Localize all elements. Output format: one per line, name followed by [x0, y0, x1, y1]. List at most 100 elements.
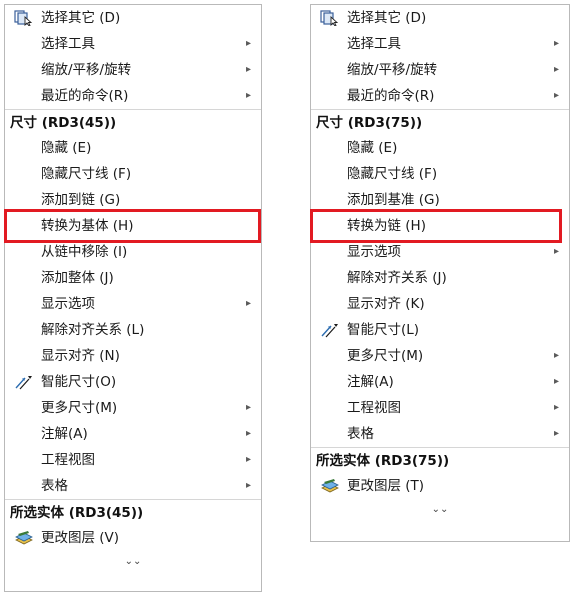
- menu-item-label: 隐藏 (E): [41, 140, 92, 156]
- menu-item-label: 添加到基准 (G): [347, 192, 440, 208]
- menu-item-label: 选择其它 (D): [41, 10, 121, 26]
- left-dimension-header: 尺寸 (RD3(45)): [5, 109, 261, 135]
- left-dimension-item-1[interactable]: 隐藏尺寸线 (F): [5, 161, 261, 187]
- submenu-arrow-icon: ▸: [553, 402, 559, 413]
- select-other-icon: [14, 10, 34, 26]
- menu-item-label: 更改图层 (V): [41, 530, 120, 546]
- right-dimension-item-10[interactable]: 工程视图 ▸: [311, 395, 569, 421]
- submenu-arrow-icon: ▸: [553, 428, 559, 439]
- left-dimension-item-12[interactable]: 工程视图 ▸: [5, 447, 261, 473]
- menu-item-label: 智能尺寸(L): [347, 322, 420, 338]
- submenu-arrow-icon: ▸: [245, 428, 251, 439]
- left-dimension-item-3[interactable]: 转换为基体 (H): [5, 213, 261, 239]
- right-dimension-item-5[interactable]: 解除对齐关系 (J): [311, 265, 569, 291]
- menu-item-label: 转换为基体 (H): [41, 218, 134, 234]
- menu-item-label: 添加到链 (G): [41, 192, 121, 208]
- submenu-arrow-icon: ▸: [245, 38, 251, 49]
- expand-more-icon[interactable]: ⌄⌄: [5, 551, 261, 573]
- right-dimension-item-4[interactable]: 显示选项 ▸: [311, 239, 569, 265]
- left-dimension-item-5[interactable]: 添加整体 (J): [5, 265, 261, 291]
- submenu-arrow-icon: ▸: [245, 402, 251, 413]
- menu-item-label: 解除对齐关系 (L): [41, 322, 145, 338]
- menu-item-label: 最近的命令(R): [41, 88, 129, 104]
- menu-item-label: 工程视图: [41, 452, 95, 468]
- right-top-item-3[interactable]: 最近的命令(R) ▸: [311, 83, 569, 109]
- menu-item-label: 隐藏尺寸线 (F): [41, 166, 132, 182]
- expand-more-icon[interactable]: ⌄⌄: [311, 499, 569, 521]
- right-dimension-item-6[interactable]: 显示对齐 (K): [311, 291, 569, 317]
- right-dimension-item-11[interactable]: 表格 ▸: [311, 421, 569, 447]
- submenu-arrow-icon: ▸: [245, 454, 251, 465]
- change-layer-icon: [14, 530, 34, 546]
- right-top-item-0[interactable]: 选择其它 (D): [311, 5, 569, 31]
- menu-item-label: 选择工具: [347, 36, 401, 52]
- menu-item-label: 选择其它 (D): [347, 10, 427, 26]
- menu-item-label: 转换为链 (H): [347, 218, 426, 234]
- left-dimension-item-4[interactable]: 从链中移除 (I): [5, 239, 261, 265]
- menu-item-label: 工程视图: [347, 400, 401, 416]
- menu-item-label: 更改图层 (T): [347, 478, 425, 494]
- menu-item-label: 更多尺寸(M): [41, 400, 118, 416]
- submenu-arrow-icon: ▸: [553, 376, 559, 387]
- left-dimension-item-8[interactable]: 显示对齐 (N): [5, 343, 261, 369]
- menu-item-label: 缩放/平移/旋转: [347, 62, 438, 78]
- menu-item-label: 隐藏尺寸线 (F): [347, 166, 438, 182]
- left-dimension-item-7[interactable]: 解除对齐关系 (L): [5, 317, 261, 343]
- menu-item-label: 显示选项: [347, 244, 401, 260]
- submenu-arrow-icon: ▸: [553, 90, 559, 101]
- left-dimension-item-2[interactable]: 添加到链 (G): [5, 187, 261, 213]
- right-dimension-item-8[interactable]: 更多尺寸(M) ▸: [311, 343, 569, 369]
- menu-item-label: 最近的命令(R): [347, 88, 435, 104]
- left-selected-item-0[interactable]: 更改图层 (V): [5, 525, 261, 551]
- submenu-arrow-icon: ▸: [245, 64, 251, 75]
- menu-item-label: 解除对齐关系 (J): [347, 270, 447, 286]
- left-selected-entity-header: 所选实体 (RD3(45)): [5, 499, 261, 525]
- right-dimension-item-0[interactable]: 隐藏 (E): [311, 135, 569, 161]
- menu-item-label: 显示选项: [41, 296, 95, 312]
- left-top-item-2[interactable]: 缩放/平移/旋转 ▸: [5, 57, 261, 83]
- submenu-arrow-icon: ▸: [553, 350, 559, 361]
- context-menu-left: 选择其它 (D) 选择工具 ▸ 缩放/平移/旋转 ▸ 最近的命令(R) ▸ 尺寸 (RD3(4…: [4, 4, 262, 592]
- menu-item-label: 隐藏 (E): [347, 140, 398, 156]
- right-dimension-item-9[interactable]: 注解(A) ▸: [311, 369, 569, 395]
- left-dimension-item-6[interactable]: 显示选项 ▸: [5, 291, 261, 317]
- submenu-arrow-icon: ▸: [553, 64, 559, 75]
- left-dimension-item-13[interactable]: 表格 ▸: [5, 473, 261, 499]
- right-dimension-item-3[interactable]: 转换为链 (H): [311, 213, 569, 239]
- submenu-arrow-icon: ▸: [553, 38, 559, 49]
- left-dimension-item-11[interactable]: 注解(A) ▸: [5, 421, 261, 447]
- left-dimension-item-0[interactable]: 隐藏 (E): [5, 135, 261, 161]
- change-layer-icon: [320, 478, 340, 494]
- menu-item-label: 注解(A): [41, 426, 88, 442]
- submenu-arrow-icon: ▸: [245, 90, 251, 101]
- menu-item-label: 缩放/平移/旋转: [41, 62, 132, 78]
- left-top-item-1[interactable]: 选择工具 ▸: [5, 31, 261, 57]
- menu-item-label: 显示对齐 (K): [347, 296, 425, 312]
- right-top-item-1[interactable]: 选择工具 ▸: [311, 31, 569, 57]
- left-dimension-item-10[interactable]: 更多尺寸(M) ▸: [5, 395, 261, 421]
- submenu-arrow-icon: ▸: [553, 246, 559, 257]
- right-dimension-item-2[interactable]: 添加到基准 (G): [311, 187, 569, 213]
- menu-item-label: 更多尺寸(M): [347, 348, 424, 364]
- menu-item-label: 表格: [41, 478, 68, 494]
- left-top-item-3[interactable]: 最近的命令(R) ▸: [5, 83, 261, 109]
- menu-item-label: 表格: [347, 426, 374, 442]
- menu-item-label: 从链中移除 (I): [41, 244, 128, 260]
- menu-item-label: 显示对齐 (N): [41, 348, 120, 364]
- right-selected-entity-header: 所选实体 (RD3(75)): [311, 447, 569, 473]
- context-menu-right: 选择其它 (D) 选择工具 ▸ 缩放/平移/旋转 ▸ 最近的命令(R) ▸ 尺寸 (RD3(7…: [310, 4, 570, 542]
- menu-item-label: 选择工具: [41, 36, 95, 52]
- menu-item-label: 注解(A): [347, 374, 394, 390]
- menu-item-label: 智能尺寸(O): [41, 374, 117, 390]
- left-top-item-0[interactable]: 选择其它 (D): [5, 5, 261, 31]
- smart-dimension-icon: [320, 322, 340, 338]
- right-selected-item-0[interactable]: 更改图层 (T): [311, 473, 569, 499]
- left-dimension-item-9[interactable]: 智能尺寸(O): [5, 369, 261, 395]
- right-dimension-item-7[interactable]: 智能尺寸(L): [311, 317, 569, 343]
- right-top-item-2[interactable]: 缩放/平移/旋转 ▸: [311, 57, 569, 83]
- select-other-icon: [320, 10, 340, 26]
- smart-dimension-icon: [14, 374, 34, 390]
- right-dimension-item-1[interactable]: 隐藏尺寸线 (F): [311, 161, 569, 187]
- right-dimension-header: 尺寸 (RD3(75)): [311, 109, 569, 135]
- submenu-arrow-icon: ▸: [245, 480, 251, 491]
